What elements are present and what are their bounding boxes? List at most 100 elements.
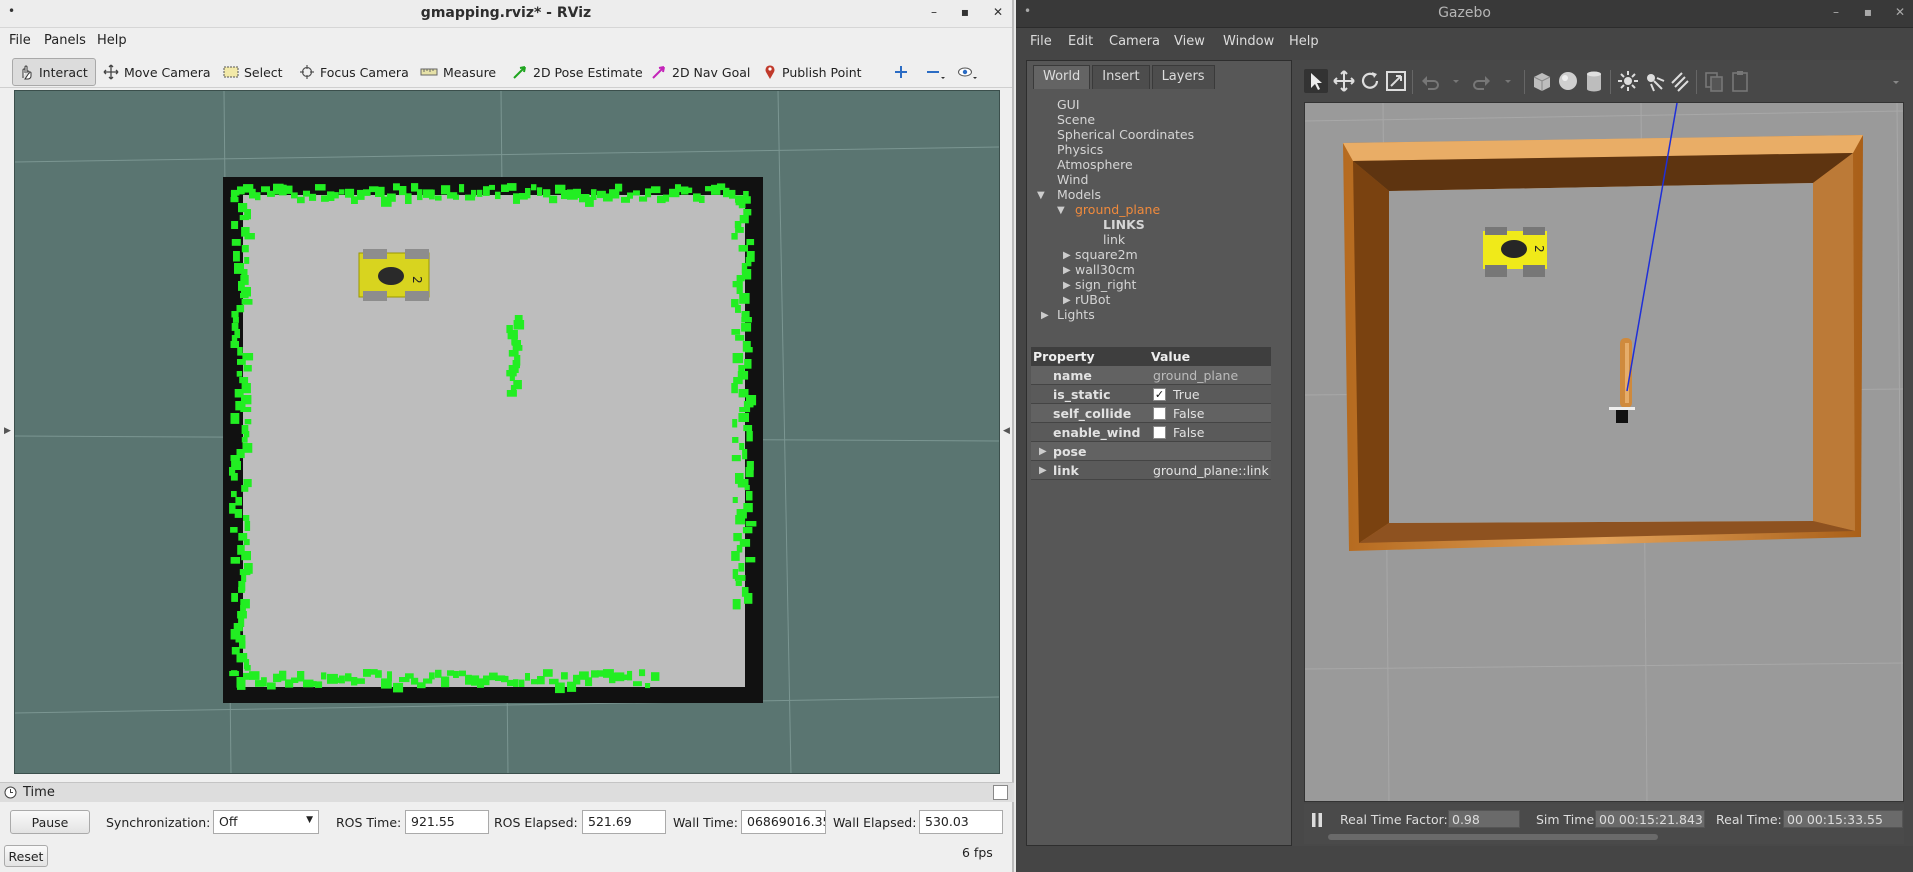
gz-menu-file[interactable]: File xyxy=(1030,34,1052,49)
expand-square2m-icon[interactable]: ▶ xyxy=(1063,250,1071,261)
expand-wall30cm-icon[interactable]: ▶ xyxy=(1063,265,1071,276)
is-static-checkbox[interactable]: ✓ xyxy=(1153,388,1166,401)
prop-row-enable-wind[interactable]: enable_wind False xyxy=(1031,423,1271,442)
spot-light-icon[interactable] xyxy=(1642,69,1666,93)
menu-help[interactable]: Help xyxy=(97,33,127,48)
right-panel-toggle-icon[interactable]: ◀ xyxy=(1003,426,1010,436)
point-light-icon[interactable] xyxy=(1616,69,1640,93)
horizontal-scrollbar[interactable] xyxy=(1328,834,1658,840)
menu-file[interactable]: File xyxy=(9,33,31,48)
undo-dropdown-icon[interactable] xyxy=(1444,69,1468,93)
prop-row-self-collide[interactable]: self_collide False xyxy=(1031,404,1271,423)
tree-item-physics[interactable]: Physics xyxy=(1057,142,1103,157)
focus-camera-tool[interactable]: Focus Camera xyxy=(294,58,414,86)
pose-estimate-tool[interactable]: 2D Pose Estimate xyxy=(507,58,648,86)
menu-panels[interactable]: Panels xyxy=(44,33,86,48)
directional-light-icon[interactable] xyxy=(1668,69,1692,93)
map-pin-icon xyxy=(765,65,775,79)
copy-icon[interactable] xyxy=(1702,69,1726,93)
tree-item-models[interactable]: Models xyxy=(1057,187,1101,202)
scale-icon[interactable] xyxy=(1384,69,1408,93)
gz-menu-edit[interactable]: Edit xyxy=(1068,34,1093,49)
select-arrow-icon[interactable] xyxy=(1304,69,1328,93)
rotate-icon[interactable] xyxy=(1358,69,1382,93)
tree-item-wall30cm[interactable]: wall30cm xyxy=(1075,262,1135,277)
expand-ground-plane-icon[interactable]: ▼ xyxy=(1057,205,1065,216)
redo-icon[interactable] xyxy=(1470,69,1494,93)
minimize-icon[interactable]: – xyxy=(1828,5,1844,19)
tab-insert[interactable]: Insert xyxy=(1092,65,1150,89)
ros-elapsed-field[interactable]: 521.69 xyxy=(582,810,666,834)
prop-enable-wind-value: False xyxy=(1173,425,1205,440)
left-panel-toggle-icon[interactable]: ▶ xyxy=(4,426,11,436)
paste-icon[interactable] xyxy=(1728,69,1752,93)
prop-row-name[interactable]: name ground_plane xyxy=(1031,366,1271,385)
expand-sign-right-icon[interactable]: ▶ xyxy=(1063,280,1071,291)
tree-item-square2m[interactable]: square2m xyxy=(1075,247,1138,262)
select-tool[interactable]: Select xyxy=(218,58,288,86)
rviz-3d-view[interactable]: 2 xyxy=(14,90,1000,774)
expand-link-icon[interactable]: ▶ xyxy=(1039,465,1047,476)
maximize-icon[interactable]: ▪ xyxy=(1860,5,1876,19)
expand-rubot-icon[interactable]: ▶ xyxy=(1063,295,1071,306)
tree-item-ground-plane[interactable]: ground_plane xyxy=(1075,202,1160,217)
ros-time-field[interactable]: 921.55 xyxy=(405,810,489,834)
rtf-value: 0.98 xyxy=(1448,810,1520,828)
tree-item-link[interactable]: link xyxy=(1103,232,1125,247)
self-collide-checkbox[interactable] xyxy=(1153,407,1166,420)
tree-item-rubot[interactable]: rUBot xyxy=(1075,292,1110,307)
wall-time-field[interactable]: 06869016.35 xyxy=(741,810,826,834)
pause-simulation-icon[interactable] xyxy=(1310,812,1324,828)
nav-goal-tool[interactable]: 2D Nav Goal xyxy=(646,58,755,86)
prop-row-link[interactable]: ▶ link ground_plane::link xyxy=(1031,461,1271,480)
sync-select[interactable]: Off ▼ xyxy=(213,810,319,834)
measure-tool[interactable]: Measure xyxy=(415,58,501,86)
maximize-icon[interactable]: ▪ xyxy=(957,5,973,19)
remove-tool-button[interactable] xyxy=(920,58,950,86)
move-camera-label: Move Camera xyxy=(124,64,211,80)
gz-menu-help[interactable]: Help xyxy=(1289,34,1319,49)
tree-item-sign-right[interactable]: sign_right xyxy=(1075,277,1136,292)
tree-item-wind[interactable]: Wind xyxy=(1057,172,1088,187)
tab-layers[interactable]: Layers xyxy=(1151,65,1215,89)
properties-table: Property Value name ground_plane is_stat… xyxy=(1031,347,1271,480)
redo-dropdown-icon[interactable] xyxy=(1496,69,1520,93)
gazebo-3d-view[interactable]: 2 xyxy=(1304,102,1904,802)
tab-world[interactable]: World xyxy=(1033,65,1091,89)
expand-models-icon[interactable]: ▼ xyxy=(1037,190,1045,201)
tree-item-spherical[interactable]: Spherical Coordinates xyxy=(1057,127,1194,142)
translate-icon[interactable] xyxy=(1332,69,1356,93)
cylinder-shape-icon[interactable] xyxy=(1582,69,1606,93)
prop-row-pose[interactable]: ▶ pose xyxy=(1031,442,1271,461)
reset-button[interactable]: Reset xyxy=(4,845,48,867)
undo-icon[interactable] xyxy=(1418,69,1442,93)
prop-row-is-static[interactable]: is_static ✓ True xyxy=(1031,385,1271,404)
gz-menu-window[interactable]: Window xyxy=(1223,34,1274,49)
gz-menu-camera[interactable]: Camera xyxy=(1109,34,1160,49)
tree-item-gui[interactable]: GUI xyxy=(1057,97,1080,112)
tree-item-atmosphere[interactable]: Atmosphere xyxy=(1057,157,1133,172)
panel-float-button[interactable] xyxy=(993,785,1008,800)
enable-wind-checkbox[interactable] xyxy=(1153,426,1166,439)
expand-lights-icon[interactable]: ▶ xyxy=(1041,310,1049,321)
move-camera-tool[interactable]: Move Camera xyxy=(98,58,216,86)
view-options-button[interactable] xyxy=(952,58,982,86)
fps-readout: 6 fps xyxy=(962,845,993,860)
magenta-arrow-icon xyxy=(652,66,665,79)
close-icon[interactable]: ✕ xyxy=(1892,5,1908,19)
tree-item-lights[interactable]: Lights xyxy=(1057,307,1095,322)
pause-button[interactable]: Pause xyxy=(10,810,90,834)
toolbar-overflow-icon[interactable] xyxy=(1884,69,1908,93)
box-shape-icon[interactable] xyxy=(1530,69,1554,93)
time-panel-title: Time xyxy=(23,785,55,800)
close-icon[interactable]: ✕ xyxy=(990,5,1006,19)
gz-menu-view[interactable]: View xyxy=(1174,34,1205,49)
expand-pose-icon[interactable]: ▶ xyxy=(1039,446,1047,457)
tree-item-scene[interactable]: Scene xyxy=(1057,112,1095,127)
interact-tool[interactable]: Interact xyxy=(12,58,96,86)
minimize-icon[interactable]: – xyxy=(926,5,942,19)
add-tool-button[interactable] xyxy=(888,58,914,86)
publish-point-tool[interactable]: Publish Point xyxy=(758,58,867,86)
sphere-shape-icon[interactable] xyxy=(1556,69,1580,93)
wall-elapsed-field[interactable]: 530.03 xyxy=(919,810,1003,834)
